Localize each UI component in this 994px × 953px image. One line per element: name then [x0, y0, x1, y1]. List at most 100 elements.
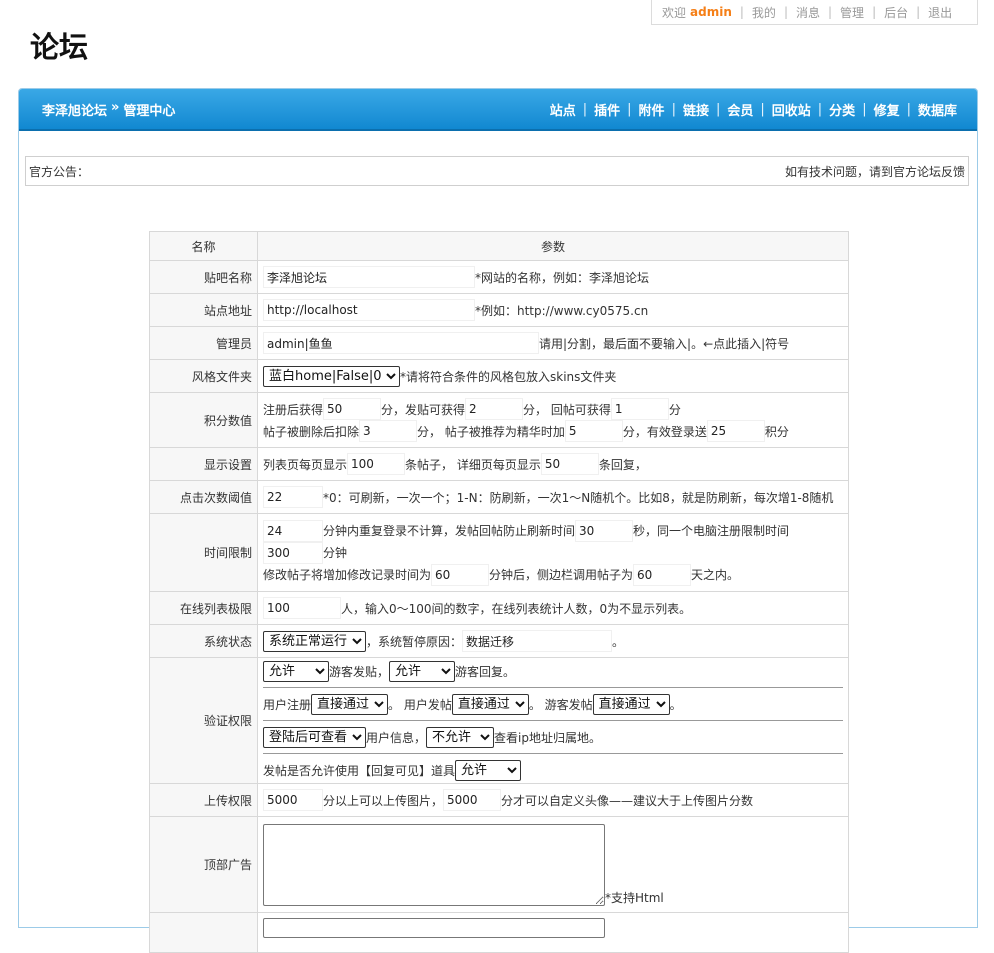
ip-lookup-select[interactable]: 不允许 — [426, 726, 495, 748]
label-admins: 管理员 — [149, 326, 258, 360]
reply-points-input[interactable] — [610, 398, 669, 420]
menu-members[interactable]: 会员 — [727, 100, 753, 119]
user-post-select[interactable]: 直接通过 — [451, 693, 529, 715]
manage-link[interactable]: 管理 — [840, 4, 864, 21]
nav-bar: 李泽旭论坛 » 管理中心 站点 | 插件 | 附件 | 链接 | 会员 | 回收站 | 分类… — [19, 89, 977, 131]
menu-categories[interactable]: 分类 — [829, 100, 855, 119]
messages-link[interactable]: 消息 — [796, 4, 820, 21]
admin-panel: 李泽旭论坛 » 管理中心 站点 | 插件 | 附件 | 链接 | 会员 | 回收站 | 分类… — [18, 88, 978, 953]
points-text: 注册后获得 — [263, 402, 324, 417]
clicks-hint: *0：可刷新，一次一个；1-N：防刷新，一次1～N随机个。比如8，就是防刷新，每… — [323, 490, 834, 505]
divider: | — [906, 101, 911, 117]
divider: | — [783, 5, 788, 19]
user-register-select[interactable]: 直接通过 — [311, 693, 389, 715]
verify-text: 用户注册 — [263, 697, 312, 712]
online-limit-input[interactable] — [263, 597, 341, 619]
menu-plugins[interactable]: 插件 — [594, 100, 620, 119]
divider: | — [872, 5, 877, 19]
featured-points-input[interactable] — [564, 420, 623, 442]
avatar-points-input[interactable] — [443, 789, 502, 811]
row-site-name: 贴吧名称 *网站的名称，例如：李泽旭论坛 — [149, 260, 849, 294]
status-text: 。 — [612, 634, 625, 649]
site-name-input[interactable] — [263, 266, 475, 288]
ad-hint: *支持Html — [605, 890, 664, 905]
breadcrumb-separator: » — [111, 99, 120, 115]
divider: | — [627, 101, 632, 117]
header-name: 名称 — [149, 231, 258, 261]
display-text: 条回复， — [598, 457, 647, 472]
admins-hint[interactable]: 请用|分割，最后面不要输入|。←点此插入|符号 — [539, 335, 789, 352]
guest-post-verify-select[interactable]: 直接通过 — [592, 693, 670, 715]
label-site-name: 贴吧名称 — [149, 260, 258, 294]
table-header: 名称 参数 — [149, 231, 849, 261]
click-threshold-input[interactable] — [263, 486, 323, 508]
row-site-url: 站点地址 *例如：http://www.cy0575.cn — [149, 293, 849, 327]
post-points-input[interactable] — [465, 398, 524, 420]
time-text: 天之内。 — [691, 568, 740, 582]
system-status-select[interactable]: 系统正常运行 — [263, 630, 366, 652]
divider — [263, 720, 843, 721]
label-points: 积分数值 — [149, 392, 258, 448]
divider: | — [739, 5, 744, 19]
welcome-text: 欢迎 — [662, 5, 687, 20]
next-textarea[interactable] — [263, 918, 605, 938]
delete-points-input[interactable] — [359, 420, 418, 442]
backend-link[interactable]: 后台 — [884, 4, 908, 21]
label-clicks: 点击次数阈值 — [149, 480, 258, 514]
breadcrumb-site-link[interactable]: 李泽旭论坛 — [42, 100, 107, 119]
user-bar: 欢迎 admin | 我的 | 消息 | 管理 | 后台 | 退出 — [651, 0, 978, 25]
row-verify: 验证权限 允许 游客发贴， 允许 游客回复。 用户注册 直接通过 。 用户发帖 … — [149, 657, 849, 784]
menu-recycle[interactable]: 回收站 — [772, 100, 811, 119]
register-points-input[interactable] — [323, 398, 382, 420]
username-link[interactable]: admin — [690, 5, 732, 19]
user-info-select[interactable]: 登陆后可查看 — [263, 726, 366, 748]
sidebar-days-input[interactable] — [633, 563, 692, 586]
row-clicks: 点击次数阈值 *0：可刷新，一次一个；1-N：防刷新，一次1～N随机个。比如8，… — [149, 480, 849, 514]
display-text: 条帖子， 详细页每页显示 — [405, 457, 541, 472]
label-skin: 风格文件夹 — [149, 359, 258, 393]
logout-link[interactable]: 退出 — [928, 4, 952, 21]
verify-text: 。 游客发帖 — [528, 697, 593, 712]
divider: | — [862, 101, 867, 117]
label-verify: 验证权限 — [149, 657, 258, 784]
label-online: 在线列表极限 — [149, 591, 258, 625]
register-limit-input[interactable] — [263, 541, 323, 564]
refresh-seconds-input[interactable] — [575, 519, 634, 542]
my-link[interactable]: 我的 — [752, 4, 776, 21]
list-page-size-input[interactable] — [347, 453, 406, 475]
skin-select[interactable]: 蓝白home|False|0 — [263, 365, 400, 387]
top-ad-textarea[interactable] — [263, 823, 605, 906]
login-points-input[interactable] — [706, 420, 765, 442]
guest-reply-select[interactable]: 允许 — [389, 660, 456, 682]
official-notice: 官方公告： 如有技术问题，请到官方论坛反馈 — [25, 156, 969, 186]
row-upload: 上传权限 分以上可以上传图片， 分才可以自定义头像——建议大于上传图片分数 — [149, 783, 849, 817]
admins-input[interactable] — [263, 332, 539, 354]
upload-points-input[interactable] — [263, 789, 323, 811]
edit-record-minutes-input[interactable] — [431, 563, 490, 586]
display-text: 列表页每页显示 — [263, 457, 348, 472]
menu-repair[interactable]: 修复 — [874, 100, 900, 119]
divider: | — [671, 101, 676, 117]
label-next — [149, 912, 258, 953]
verify-text: 发帖是否允许使用【回复可见】道具 — [263, 763, 456, 778]
site-url-input[interactable] — [263, 299, 475, 321]
pause-reason-input[interactable] — [462, 630, 613, 652]
row-points: 积分数值 注册后获得 分，发贴可获得 分， 回帖可获得 分 帖子被删除后扣除 分… — [149, 392, 849, 448]
menu-site[interactable]: 站点 — [550, 100, 576, 119]
time-text: 分钟 — [323, 546, 348, 560]
reply-visible-select[interactable]: 允许 — [455, 759, 522, 781]
time-text: 修改帖子将增加修改记录时间为 — [263, 568, 432, 582]
menu-attachments[interactable]: 附件 — [639, 100, 665, 119]
site-logo[interactable]: 论坛 — [30, 24, 88, 66]
breadcrumb-page-link[interactable]: 管理中心 — [123, 100, 175, 119]
notice-feedback: 如有技术问题，请到官方论坛反馈 — [784, 164, 965, 179]
guest-post-select[interactable]: 允许 — [263, 660, 329, 682]
verify-text: 用户信息， — [366, 730, 427, 745]
points-text: 分，发贴可获得 — [381, 402, 466, 417]
menu-database[interactable]: 数据库 — [918, 100, 957, 119]
relogin-minutes-input[interactable] — [263, 519, 323, 542]
menu-links[interactable]: 链接 — [683, 100, 709, 119]
detail-page-size-input[interactable] — [540, 453, 599, 475]
label-time: 时间限制 — [149, 513, 258, 592]
divider: | — [916, 5, 921, 19]
